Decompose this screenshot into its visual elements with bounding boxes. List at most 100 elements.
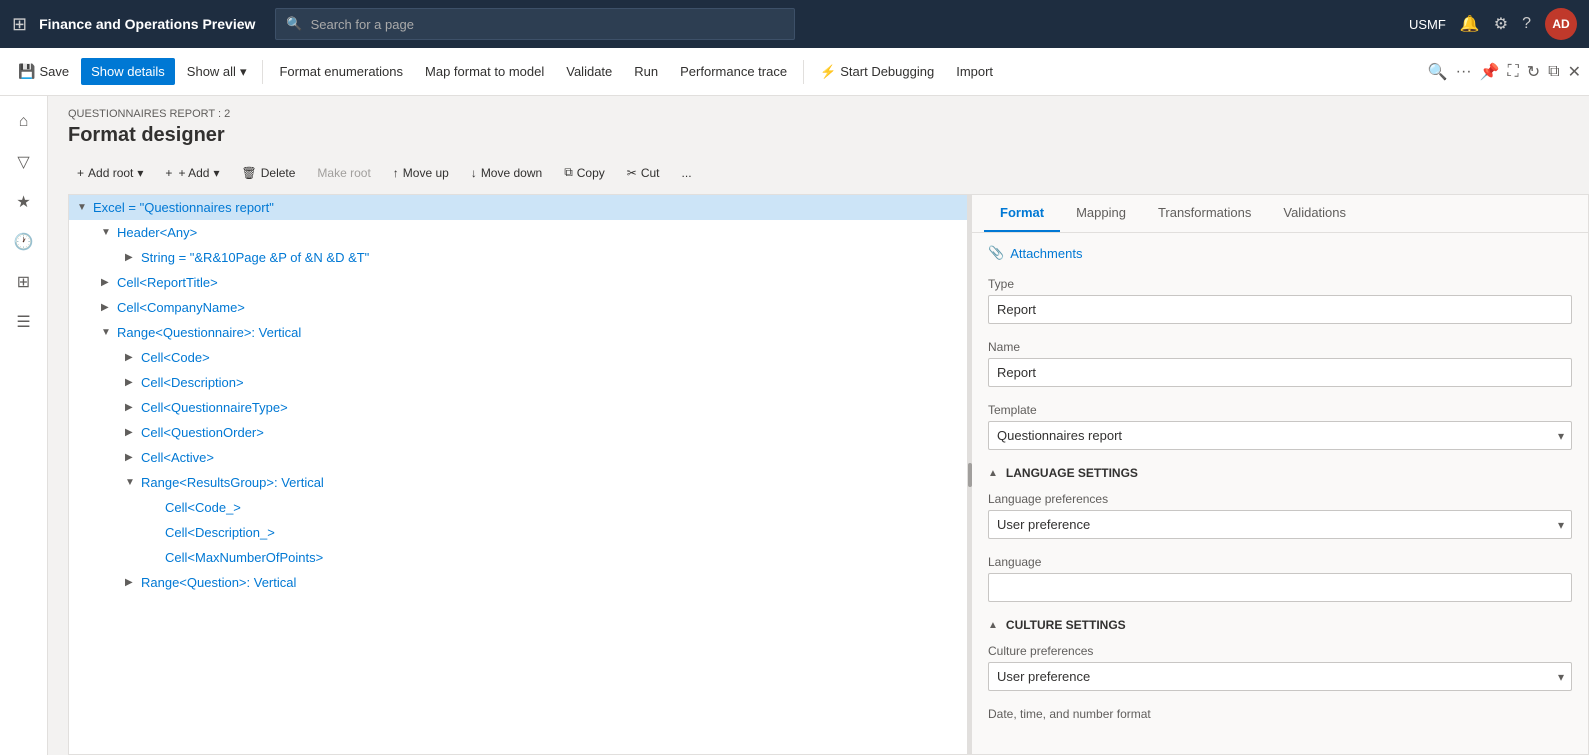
tree-item-label: Cell<Code> [141,350,210,365]
tree-item[interactable]: ▼Range<ResultsGroup>: Vertical [69,470,967,495]
expand-icon: ▶ [125,352,141,363]
close-icon[interactable]: ✕ [1568,62,1581,82]
tab-format[interactable]: Format [984,195,1060,232]
culture-prefs-field: Culture preferences User preference en-U… [988,644,1572,691]
format-enumerations-button[interactable]: Format enumerations [269,58,413,85]
make-root-button[interactable]: Make root [308,160,379,186]
add-chevron-icon: ▾ [213,166,219,180]
panel-tabs: Format Mapping Transformations Validatio… [972,195,1588,233]
language-input[interactable] [988,573,1572,602]
language-collapse-icon: ▲ [988,468,998,479]
move-up-button[interactable]: ↑ Move up [384,160,458,186]
content-split: ▼Excel = "Questionnaires report"▼Header<… [48,194,1589,755]
breadcrumb: QUESTIONNAIRES REPORT : 2 [68,108,1569,120]
resize-handle[interactable] [968,194,972,755]
add-root-chevron-icon: ▾ [137,166,143,180]
expand-icon: ▶ [125,402,141,413]
tree-item[interactable]: Cell<Description_> [69,520,967,545]
tree-item[interactable]: ▶Range<Question>: Vertical [69,570,967,595]
add-button[interactable]: + + Add ▾ [156,160,228,186]
template-label: Template [988,403,1572,417]
template-select[interactable]: Questionnaires report [988,421,1572,450]
attachments-link[interactable]: 📎 Attachments [988,245,1572,261]
start-debugging-button[interactable]: ⚡ Start Debugging [810,58,944,86]
delete-button[interactable]: 🗑 Delete [233,160,305,186]
sidebar-icon-favorites[interactable]: ★ [6,184,42,220]
expand-icon[interactable]: ⛶ [1508,63,1519,81]
command-bar: 💾 Save Show details Show all ▾ Format en… [0,48,1589,96]
sidebar-icon-recent[interactable]: 🕐 [6,224,42,260]
tree-item[interactable]: ▶String = "&R&10Page &P of &N &D &T" [69,245,967,270]
expand-icon: ▶ [125,377,141,388]
move-down-button[interactable]: ↓ Move down [462,160,551,186]
language-settings-header[interactable]: ▲ LANGUAGE SETTINGS [988,466,1572,480]
import-button[interactable]: Import [946,58,1003,85]
help-icon[interactable]: ? [1522,15,1531,33]
settings-icon[interactable]: ⚙ [1494,14,1508,34]
name-field: Name [988,340,1572,387]
map-format-button[interactable]: Map format to model [415,58,554,85]
validate-button[interactable]: Validate [556,58,622,85]
culture-collapse-icon: ▲ [988,620,998,631]
show-all-chevron-icon: ▾ [240,64,247,80]
tree-item[interactable]: ▶Cell<Description> [69,370,967,395]
pin-icon[interactable]: 📌 [1480,62,1500,82]
app-grid-icon[interactable]: ⊞ [12,14,27,35]
add-root-button[interactable]: + Add root ▾ [68,160,152,186]
tree-item[interactable]: Cell<Code_> [69,495,967,520]
tree-item[interactable]: ▼Excel = "Questionnaires report" [69,195,967,220]
notification-icon[interactable]: 🔔 [1460,14,1480,34]
culture-settings-header[interactable]: ▲ CULTURE SETTINGS [988,618,1572,632]
run-button[interactable]: Run [624,58,668,85]
tree-item[interactable]: ▶Cell<Code> [69,345,967,370]
expand-icon: ▼ [125,477,141,488]
tree-item-label: String = "&R&10Page &P of &N &D &T" [141,250,369,265]
page-title: Format designer [68,124,1569,147]
search-cmd-icon[interactable]: 🔍 [1428,62,1448,82]
page-header: QUESTIONNAIRES REPORT : 2 Format designe… [48,96,1589,159]
more-toolbar-button[interactable]: ... [673,160,701,186]
expand-icon: ▶ [125,577,141,588]
tree-item[interactable]: ▶Cell<ReportTitle> [69,270,967,295]
expand-icon: ▼ [101,327,117,338]
search-box[interactable]: 🔍 Search for a page [275,8,795,40]
tree-item[interactable]: ▼Header<Any> [69,220,967,245]
tree-item[interactable]: ▶Cell<Active> [69,445,967,470]
tree-item-label: Excel = "Questionnaires report" [93,200,274,215]
tab-validations[interactable]: Validations [1267,195,1362,232]
more-options-icon[interactable]: ··· [1456,63,1472,81]
detach-icon[interactable]: ⧉ [1548,63,1559,81]
resize-dot [968,463,972,487]
tree-item[interactable]: ▼Range<Questionnaire>: Vertical [69,320,967,345]
props-panel: Format Mapping Transformations Validatio… [972,194,1589,755]
sidebar-icon-filter[interactable]: ▽ [6,144,42,180]
tab-mapping[interactable]: Mapping [1060,195,1142,232]
refresh-icon[interactable]: ↻ [1527,62,1540,82]
show-all-button[interactable]: Show all ▾ [177,58,257,86]
tree-item[interactable]: ▶Cell<CompanyName> [69,295,967,320]
tree-item-label: Range<Question>: Vertical [141,575,296,590]
username-label: USMF [1409,17,1446,32]
culture-prefs-select[interactable]: User preference en-US fr-FR [988,662,1572,691]
search-icon: 🔍 [286,16,302,32]
avatar[interactable]: AD [1545,8,1577,40]
sidebar-icon-workspaces[interactable]: ⊞ [6,264,42,300]
tree-item[interactable]: ▶Cell<QuestionOrder> [69,420,967,445]
sidebar-icon-home[interactable]: ⌂ [6,104,42,140]
tree-item[interactable]: Cell<MaxNumberOfPoints> [69,545,967,570]
type-field: Type [988,277,1572,324]
sidebar-icon-list[interactable]: ☰ [6,304,42,340]
delete-icon: 🗑 [242,166,257,180]
tree-item[interactable]: ▶Cell<QuestionnaireType> [69,395,967,420]
copy-button[interactable]: ⧉ Copy [555,159,614,186]
save-button[interactable]: 💾 Save [8,57,79,86]
add-root-icon: + [77,166,84,180]
performance-trace-button[interactable]: Performance trace [670,58,797,85]
main-area: QUESTIONNAIRES REPORT : 2 Format designe… [48,96,1589,755]
tab-transformations[interactable]: Transformations [1142,195,1267,232]
language-prefs-select[interactable]: User preference English French German [988,510,1572,539]
name-input[interactable] [988,358,1572,387]
cut-button[interactable]: ✂ Cut [618,160,669,186]
show-details-button[interactable]: Show details [81,58,175,85]
type-input[interactable] [988,295,1572,324]
